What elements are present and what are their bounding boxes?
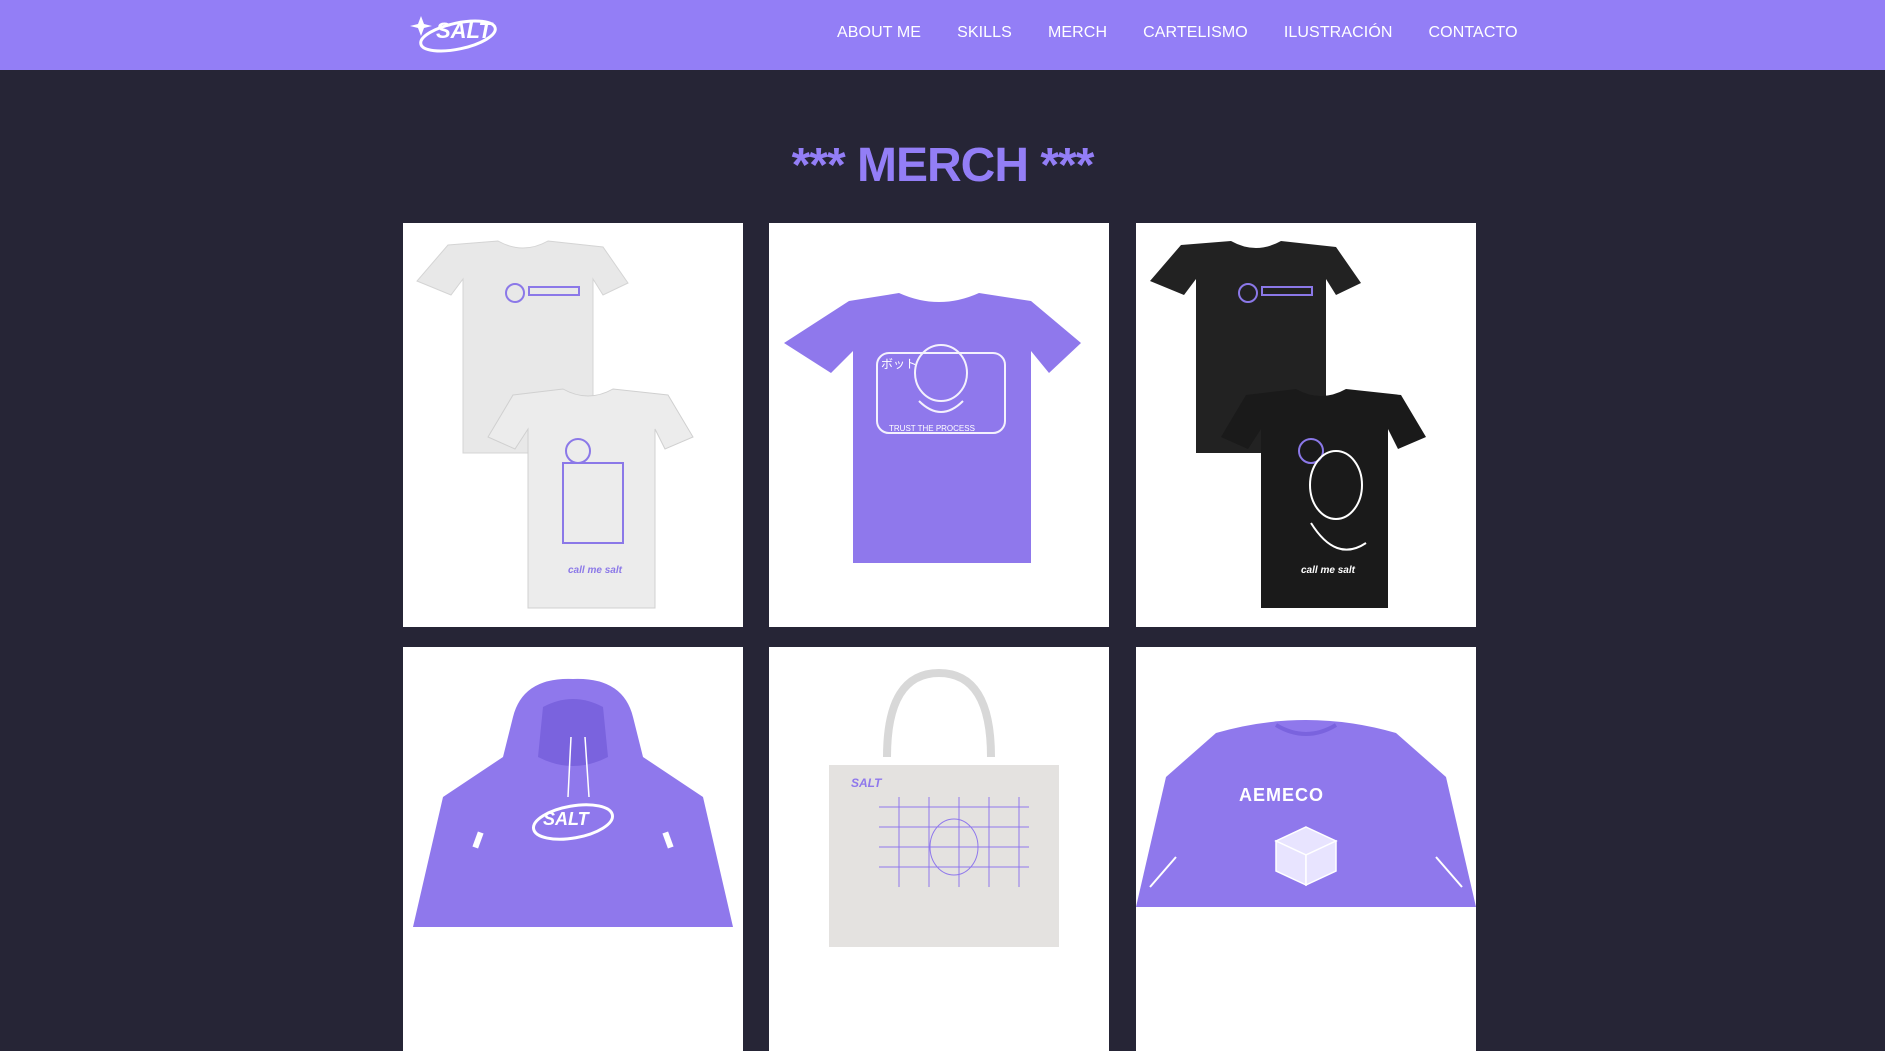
white-tshirt-image: call me salt (416, 240, 694, 609)
logo-text: SALT (436, 18, 493, 43)
nav-about-me[interactable]: ABOUT ME (837, 24, 921, 42)
site-header: SALT ABOUT ME SKILLS MERCH CARTELISMO IL… (0, 0, 1885, 70)
nav-skills[interactable]: SKILLS (957, 24, 1012, 42)
salt-logo[interactable]: SALT (408, 8, 498, 54)
tote-bag-print-text: SALT (851, 776, 883, 790)
product-card-purple-sweatshirt[interactable]: AEMECO (1136, 647, 1476, 1051)
tote-bag-image: SALT (829, 668, 1059, 947)
sweatshirt-print-text: AEMECO (1239, 785, 1324, 805)
product-card-black-tshirt[interactable]: call me salt (1136, 223, 1476, 627)
main-nav: ABOUT ME SKILLS MERCH CARTELISMO ILUSTRA… (820, 0, 1518, 66)
nav-cartelismo[interactable]: CARTELISMO (1143, 24, 1248, 42)
purple-tshirt-print-text: TRUST THE PROCESS (889, 424, 975, 433)
purple-tshirt-image: ボット TRUST THE PROCESS (784, 293, 1081, 563)
product-card-white-tshirt[interactable]: call me salt (403, 223, 743, 627)
product-card-tote-bag[interactable]: SALT (769, 647, 1109, 1051)
page-title: *** MERCH *** (791, 139, 1095, 192)
purple-tshirt-print-jp: ボット (881, 357, 917, 371)
purple-hoodie-image: SALT (413, 678, 733, 927)
product-card-purple-hoodie[interactable]: SALT (403, 647, 743, 1051)
nav-merch[interactable]: MERCH (1048, 24, 1107, 42)
purple-sweatshirt-image: AEMECO (1136, 720, 1476, 907)
product-card-purple-tshirt[interactable]: ボット TRUST THE PROCESS (769, 223, 1109, 627)
black-tshirt-print-text: call me salt (1301, 565, 1356, 576)
black-tshirt-image: call me salt (1150, 241, 1426, 608)
nav-ilustracion[interactable]: ILUSTRACIÓN (1284, 24, 1393, 42)
white-tshirt-print-text: call me salt (568, 565, 623, 576)
hoodie-print-text: SALT (543, 809, 591, 829)
nav-contacto[interactable]: CONTACTO (1429, 24, 1518, 42)
